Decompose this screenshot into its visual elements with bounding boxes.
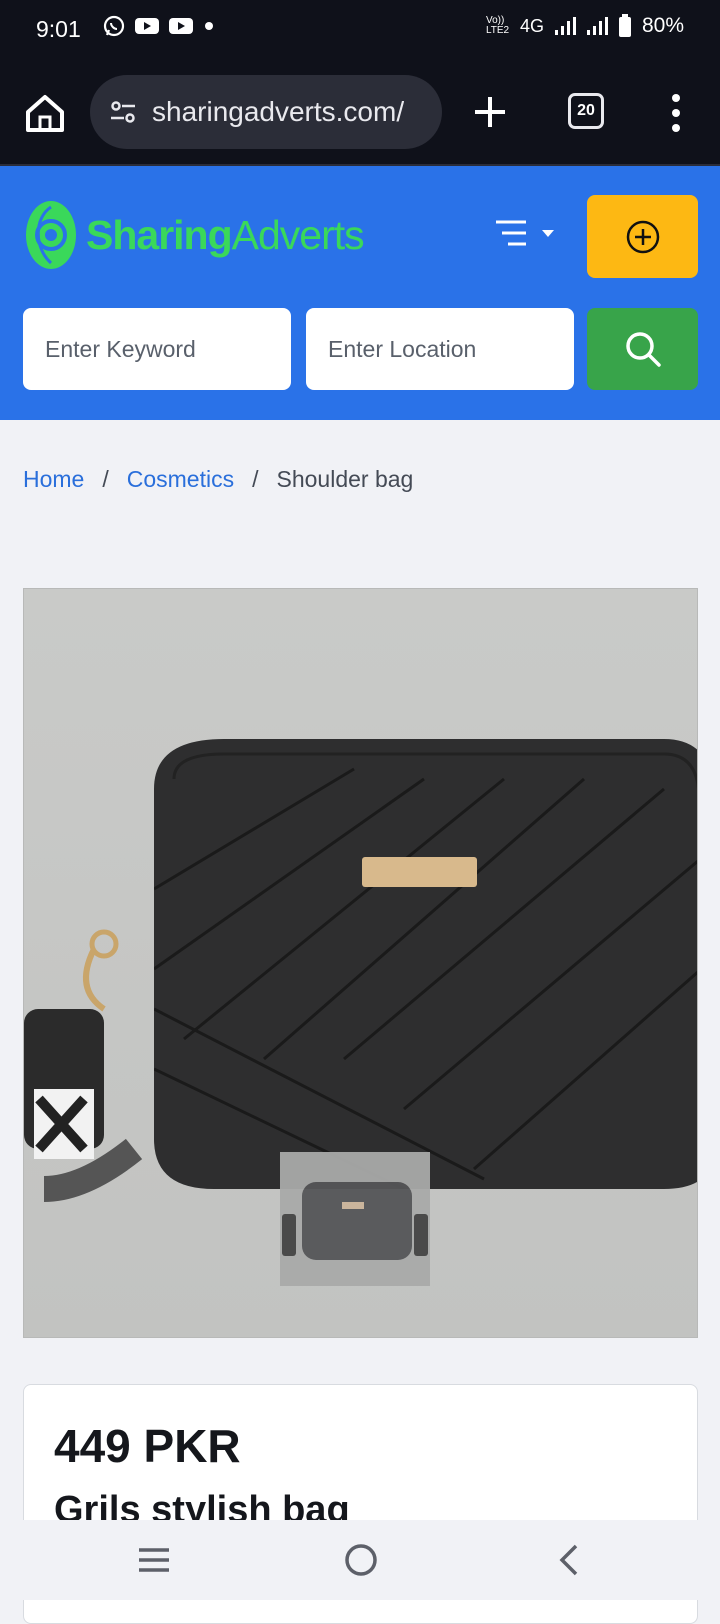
menu-icon[interactable] <box>492 216 560 250</box>
image-thumbnail[interactable] <box>280 1152 430 1286</box>
site-header: SharingAdverts Enter Keyword Enter Locat… <box>0 166 720 420</box>
battery-icon <box>618 14 631 37</box>
plus-circle-icon <box>626 220 659 253</box>
breadcrumb: Home / Cosmetics / Shoulder bag <box>23 466 413 493</box>
notification-icons <box>102 14 216 38</box>
recent-apps-icon[interactable] <box>134 1540 174 1580</box>
post-ad-button[interactable] <box>587 195 698 278</box>
keyword-placeholder: Enter Keyword <box>45 335 196 362</box>
breadcrumb-current: Shoulder bag <box>276 466 414 492</box>
logo-text-bold: Sharing <box>86 211 233 258</box>
breadcrumb-category[interactable]: Cosmetics <box>127 466 234 493</box>
breadcrumb-separator: / <box>102 466 109 492</box>
address-bar[interactable]: sharingadverts.com/ <box>90 75 442 149</box>
location-placeholder: Enter Location <box>328 335 477 362</box>
dot-icon <box>205 22 213 30</box>
breadcrumb-home[interactable]: Home <box>23 466 84 493</box>
home-circle-icon[interactable] <box>341 1540 381 1580</box>
signal-icon <box>554 17 576 35</box>
url-text: sharingadverts.com/ <box>152 96 405 127</box>
volte-label: Vo)) LTE2 <box>485 15 510 36</box>
back-icon[interactable] <box>548 1540 588 1580</box>
browser-toolbar: sharingadverts.com/ 20 <box>0 62 720 166</box>
site-logo[interactable]: SharingAdverts <box>24 198 365 272</box>
signal-icon <box>586 17 608 35</box>
new-tab-icon[interactable] <box>470 92 510 132</box>
thumbnail-image <box>280 1152 430 1286</box>
youtube-icon <box>169 18 193 34</box>
network-label: 4G <box>519 15 544 36</box>
home-icon[interactable] <box>22 90 68 136</box>
search-button[interactable] <box>587 308 698 390</box>
keyword-input[interactable]: Enter Keyword <box>23 308 291 390</box>
battery-label: 80% <box>641 14 684 37</box>
youtube-icon <box>135 18 159 34</box>
more-options-icon[interactable] <box>666 90 686 136</box>
logo-icon <box>26 201 76 269</box>
status-right: Vo)) LTE2 4G 80% <box>486 14 684 38</box>
tab-count: 20 <box>577 102 595 119</box>
system-nav-bar <box>0 1520 720 1600</box>
location-input[interactable]: Enter Location <box>306 308 574 390</box>
breadcrumb-separator: / <box>252 466 259 492</box>
site-settings-icon[interactable] <box>108 97 138 127</box>
logo-text-light: Adverts <box>231 211 365 258</box>
search-icon <box>625 332 661 367</box>
whatsapp-icon <box>103 15 125 37</box>
tab-switcher-button[interactable]: 20 <box>568 93 604 129</box>
status-time: 9:01 <box>36 16 81 42</box>
product-price: 449 PKR <box>54 1420 241 1472</box>
status-bar: 9:01 Vo)) LTE2 4G 80% <box>0 0 720 62</box>
